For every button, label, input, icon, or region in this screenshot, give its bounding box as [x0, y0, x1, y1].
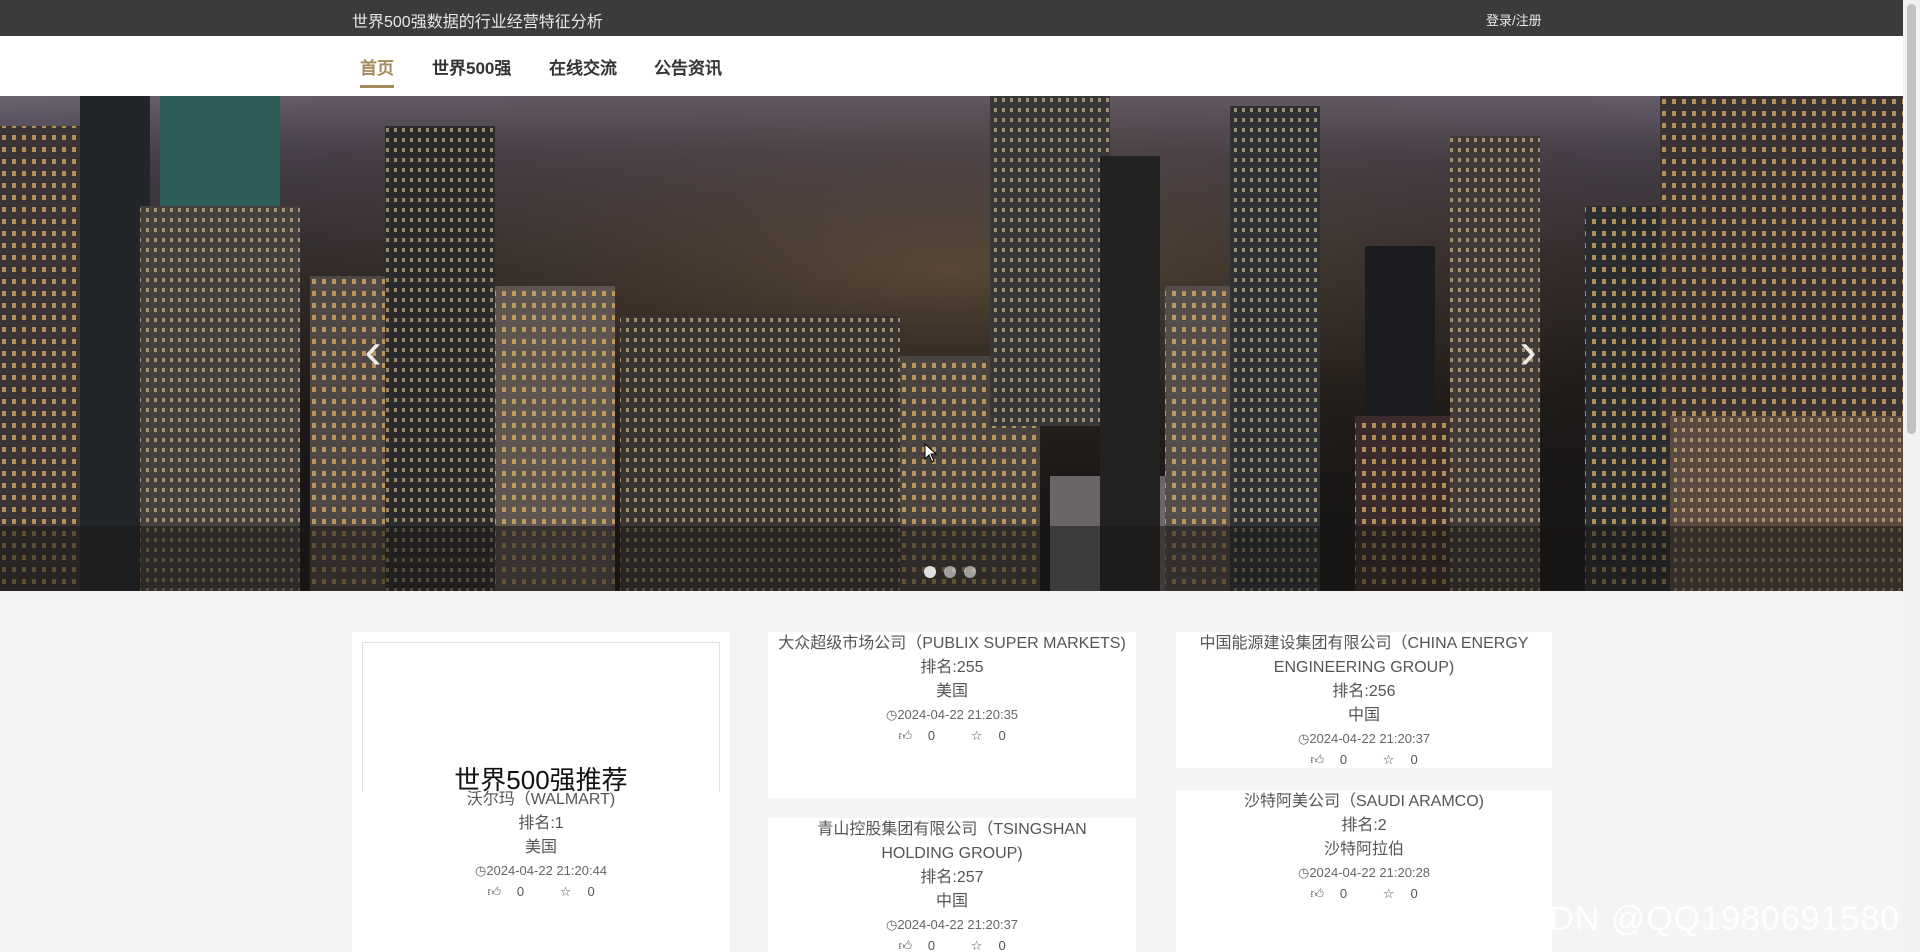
clock-icon: ◷ [1297, 865, 1310, 880]
publish-time: ◷2024-04-22 21:20:44 [474, 863, 608, 878]
thumbs-up-icon: 👍︎ [1310, 752, 1324, 767]
clock-icon: ◷ [1297, 731, 1310, 746]
like-button[interactable]: 👍︎ 0 [1302, 752, 1355, 767]
top-bar: 世界500强数据的行业经营特征分析 登录/注册 [0, 0, 1903, 36]
company-card[interactable]: 青山控股集团有限公司（TSINGSHAN HOLDING GROUP) 排名:2… [768, 818, 1136, 952]
star-icon: ☆ [1382, 886, 1395, 901]
company-name[interactable]: 青山控股集团有限公司（TSINGSHAN HOLDING GROUP) [768, 818, 1136, 866]
clock-icon: ◷ [474, 863, 487, 878]
like-button[interactable]: 👍︎ 0 [890, 728, 943, 743]
featured-company-card[interactable]: 世界500强推荐 沃尔玛（WALMART) 排名:1 美国 ◷2024-04-2… [352, 632, 730, 952]
company-name[interactable]: 沃尔玛（WALMART) [352, 788, 730, 812]
favorite-button[interactable]: ☆ 0 [963, 938, 1014, 952]
city-skyline-image [0, 96, 1903, 591]
company-country: 沙特阿拉伯 [1323, 841, 1404, 858]
star-icon: ☆ [970, 728, 983, 743]
company-rank: 排名:256 [1332, 683, 1396, 700]
carousel-dot-3[interactable] [964, 566, 976, 578]
card-stats: 👍︎ 0 ☆ 0 [1176, 750, 1552, 770]
carousel-prev-arrow[interactable]: ‹ [348, 321, 398, 381]
publish-time: ◷2024-04-22 21:20:28 [1297, 865, 1431, 880]
carousel-dot-2[interactable] [944, 566, 956, 578]
csdn-watermark: CSDN @QQ1980691580 [1500, 900, 1901, 938]
like-button[interactable]: 👍︎ 0 [890, 938, 943, 952]
carousel-indicators [924, 566, 976, 578]
company-country: 中国 [1347, 707, 1380, 724]
clock-icon: ◷ [885, 917, 898, 932]
star-icon: ☆ [559, 884, 572, 899]
carousel-next-arrow[interactable]: › [1503, 321, 1553, 381]
thumbs-up-icon: 👍︎ [898, 938, 912, 952]
clock-icon: ◷ [885, 707, 898, 722]
nav-item-home[interactable]: 首页 [360, 54, 394, 88]
star-icon: ☆ [1382, 752, 1395, 767]
card-stats: 👍︎ 0 ☆ 0 [1176, 884, 1552, 904]
company-name[interactable]: 沙特阿美公司（SAUDI ARAMCO) [1176, 790, 1552, 814]
company-country: 美国 [935, 683, 968, 700]
company-card[interactable]: 沙特阿美公司（SAUDI ARAMCO) 排名:2 沙特阿拉伯 ◷2024-04… [1176, 790, 1552, 952]
mouse-cursor-icon [924, 443, 938, 463]
card-stats: 👍︎ 0 ☆ 0 [768, 936, 1136, 952]
company-rank: 排名:1 [518, 815, 564, 832]
company-country: 中国 [935, 893, 968, 910]
company-card[interactable]: 大众超级市场公司（PUBLIX SUPER MARKETS) 排名:255 美国… [768, 632, 1136, 798]
login-register-link[interactable]: 登录/注册 [1486, 10, 1542, 29]
card-stats: 👍︎ 0 ☆ 0 [352, 882, 730, 902]
scrollbar-thumb[interactable] [1907, 4, 1916, 434]
favorite-button[interactable]: ☆ 0 [1375, 886, 1426, 901]
nav-item-top500[interactable]: 世界500强 [432, 54, 511, 79]
thumbs-up-icon: 👍︎ [1310, 886, 1324, 901]
publish-time: ◷2024-04-22 21:20:37 [1297, 731, 1431, 746]
company-name[interactable]: 中国能源建设集团有限公司（CHINA ENERGY ENGINEERING GR… [1176, 632, 1552, 680]
company-name[interactable]: 大众超级市场公司（PUBLIX SUPER MARKETS) [768, 632, 1136, 656]
publish-time: ◷2024-04-22 21:20:35 [885, 707, 1019, 722]
favorite-button[interactable]: ☆ 0 [1375, 752, 1426, 767]
nav-item-news[interactable]: 公告资讯 [654, 54, 722, 79]
main-nav: 首页 世界500强 在线交流 公告资讯 [0, 36, 1903, 96]
company-rank: 排名:257 [920, 869, 984, 886]
company-rank: 排名:2 [1341, 817, 1387, 834]
favorite-button[interactable]: ☆ 0 [963, 728, 1014, 743]
star-icon: ☆ [970, 938, 983, 952]
site-title[interactable]: 世界500强数据的行业经营特征分析 [352, 8, 603, 32]
thumbs-up-icon: 👍︎ [487, 884, 501, 899]
company-card[interactable]: 中国能源建设集团有限公司（CHINA ENERGY ENGINEERING GR… [1176, 632, 1552, 768]
nav-item-forum[interactable]: 在线交流 [549, 54, 617, 79]
thumbs-up-icon: 👍︎ [898, 728, 912, 743]
favorite-button[interactable]: ☆ 0 [552, 884, 603, 899]
company-country: 美国 [524, 839, 557, 856]
carousel-dot-1[interactable] [924, 566, 936, 578]
card-stats: 👍︎ 0 ☆ 0 [768, 726, 1136, 746]
like-button[interactable]: 👍︎ 0 [1302, 886, 1355, 901]
company-rank: 排名:255 [920, 659, 984, 676]
hero-carousel[interactable]: ‹ › [0, 96, 1903, 591]
page-scrollbar[interactable] [1903, 0, 1920, 952]
publish-time: ◷2024-04-22 21:20:37 [885, 917, 1019, 932]
like-button[interactable]: 👍︎ 0 [479, 884, 532, 899]
